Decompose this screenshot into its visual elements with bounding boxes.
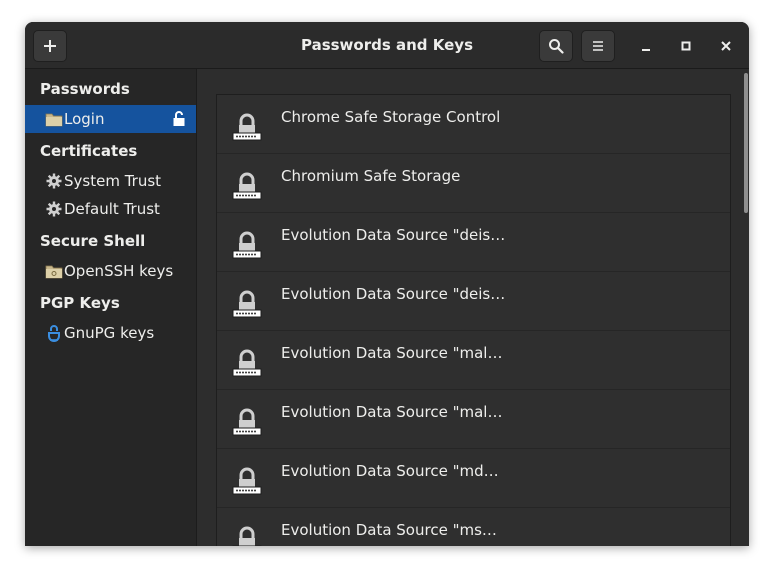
list-item-label: Evolution Data Source "deis… bbox=[281, 226, 506, 244]
window-title: Passwords and Keys bbox=[300, 36, 474, 54]
list-item[interactable]: Evolution Data Source "deis… bbox=[217, 213, 730, 272]
gear-icon bbox=[45, 200, 63, 218]
list-item[interactable]: Evolution Data Source "mal… bbox=[217, 331, 730, 390]
sidebar-item-default-trust[interactable]: Default Trust bbox=[25, 195, 196, 223]
password-lock-icon bbox=[231, 464, 263, 496]
gear-icon bbox=[45, 172, 63, 190]
header-bar: Passwords and Keys bbox=[25, 22, 749, 69]
maximize-button[interactable] bbox=[672, 32, 700, 60]
sidebar-item-gnupg-keys[interactable]: GnuPG keys bbox=[25, 319, 196, 347]
content-area: Chrome Safe Storage Control Chromium Saf… bbox=[197, 69, 749, 546]
passwords-list: Chrome Safe Storage Control Chromium Saf… bbox=[216, 94, 731, 546]
sidebar-item-label: System Trust bbox=[64, 172, 162, 190]
minimize-button[interactable] bbox=[632, 32, 660, 60]
list-item[interactable]: Chromium Safe Storage bbox=[217, 154, 730, 213]
section-title-certificates: Certificates bbox=[40, 142, 138, 160]
ssh-folder-icon bbox=[45, 262, 63, 280]
password-lock-icon bbox=[231, 287, 263, 319]
list-item[interactable]: Chrome Safe Storage Control bbox=[217, 95, 730, 154]
main-menu-button[interactable] bbox=[581, 30, 615, 62]
maximize-icon bbox=[681, 41, 691, 51]
list-item-label: Evolution Data Source "ms… bbox=[281, 521, 497, 539]
passwords-and-keys-window: Passwords and Keys Passwords Login Certi… bbox=[25, 22, 749, 546]
minimize-icon bbox=[642, 49, 650, 51]
section-title-passwords: Passwords bbox=[40, 80, 130, 98]
password-lock-icon bbox=[231, 346, 263, 378]
password-lock-icon bbox=[231, 405, 263, 437]
list-item-label: Chrome Safe Storage Control bbox=[281, 108, 501, 126]
list-item-label: Evolution Data Source "mal… bbox=[281, 403, 503, 421]
list-item-label: Evolution Data Source "deis… bbox=[281, 285, 506, 303]
password-lock-icon bbox=[231, 523, 263, 546]
search-icon bbox=[549, 39, 564, 54]
sidebar-item-login[interactable]: Login bbox=[25, 105, 196, 133]
list-item-label: Evolution Data Source "mal… bbox=[281, 344, 503, 362]
sidebar: Passwords Login Certificates System Trus… bbox=[25, 69, 197, 546]
password-lock-icon bbox=[231, 228, 263, 260]
close-icon bbox=[721, 41, 731, 51]
sidebar-item-system-trust[interactable]: System Trust bbox=[25, 167, 196, 195]
list-item[interactable]: Evolution Data Source "deis… bbox=[217, 272, 730, 331]
password-lock-icon bbox=[231, 110, 263, 142]
list-item-label: Evolution Data Source "md… bbox=[281, 462, 499, 480]
list-item-label: Chromium Safe Storage bbox=[281, 167, 461, 185]
list-item[interactable]: Evolution Data Source "ms… bbox=[217, 508, 730, 546]
sidebar-item-label: OpenSSH keys bbox=[64, 262, 174, 280]
search-button[interactable] bbox=[539, 30, 573, 62]
hamburger-menu-icon bbox=[593, 41, 603, 51]
folder-icon bbox=[45, 110, 63, 128]
sidebar-item-label: GnuPG keys bbox=[64, 324, 155, 342]
sidebar-item-label: Login bbox=[64, 110, 105, 128]
gnupg-icon bbox=[45, 324, 63, 342]
list-item[interactable]: Evolution Data Source "md… bbox=[217, 449, 730, 508]
add-button[interactable] bbox=[33, 30, 67, 62]
section-title-secure-shell: Secure Shell bbox=[40, 232, 146, 250]
list-item[interactable]: Evolution Data Source "mal… bbox=[217, 390, 730, 449]
vertical-scrollbar[interactable] bbox=[744, 73, 748, 213]
sidebar-item-openssh-keys[interactable]: OpenSSH keys bbox=[25, 257, 196, 285]
password-lock-icon bbox=[231, 169, 263, 201]
sidebar-item-label: Default Trust bbox=[64, 200, 160, 218]
unlocked-padlock-icon[interactable] bbox=[172, 110, 186, 128]
section-title-pgp-keys: PGP Keys bbox=[40, 294, 120, 312]
close-button[interactable] bbox=[712, 32, 740, 60]
plus-icon bbox=[44, 40, 56, 52]
